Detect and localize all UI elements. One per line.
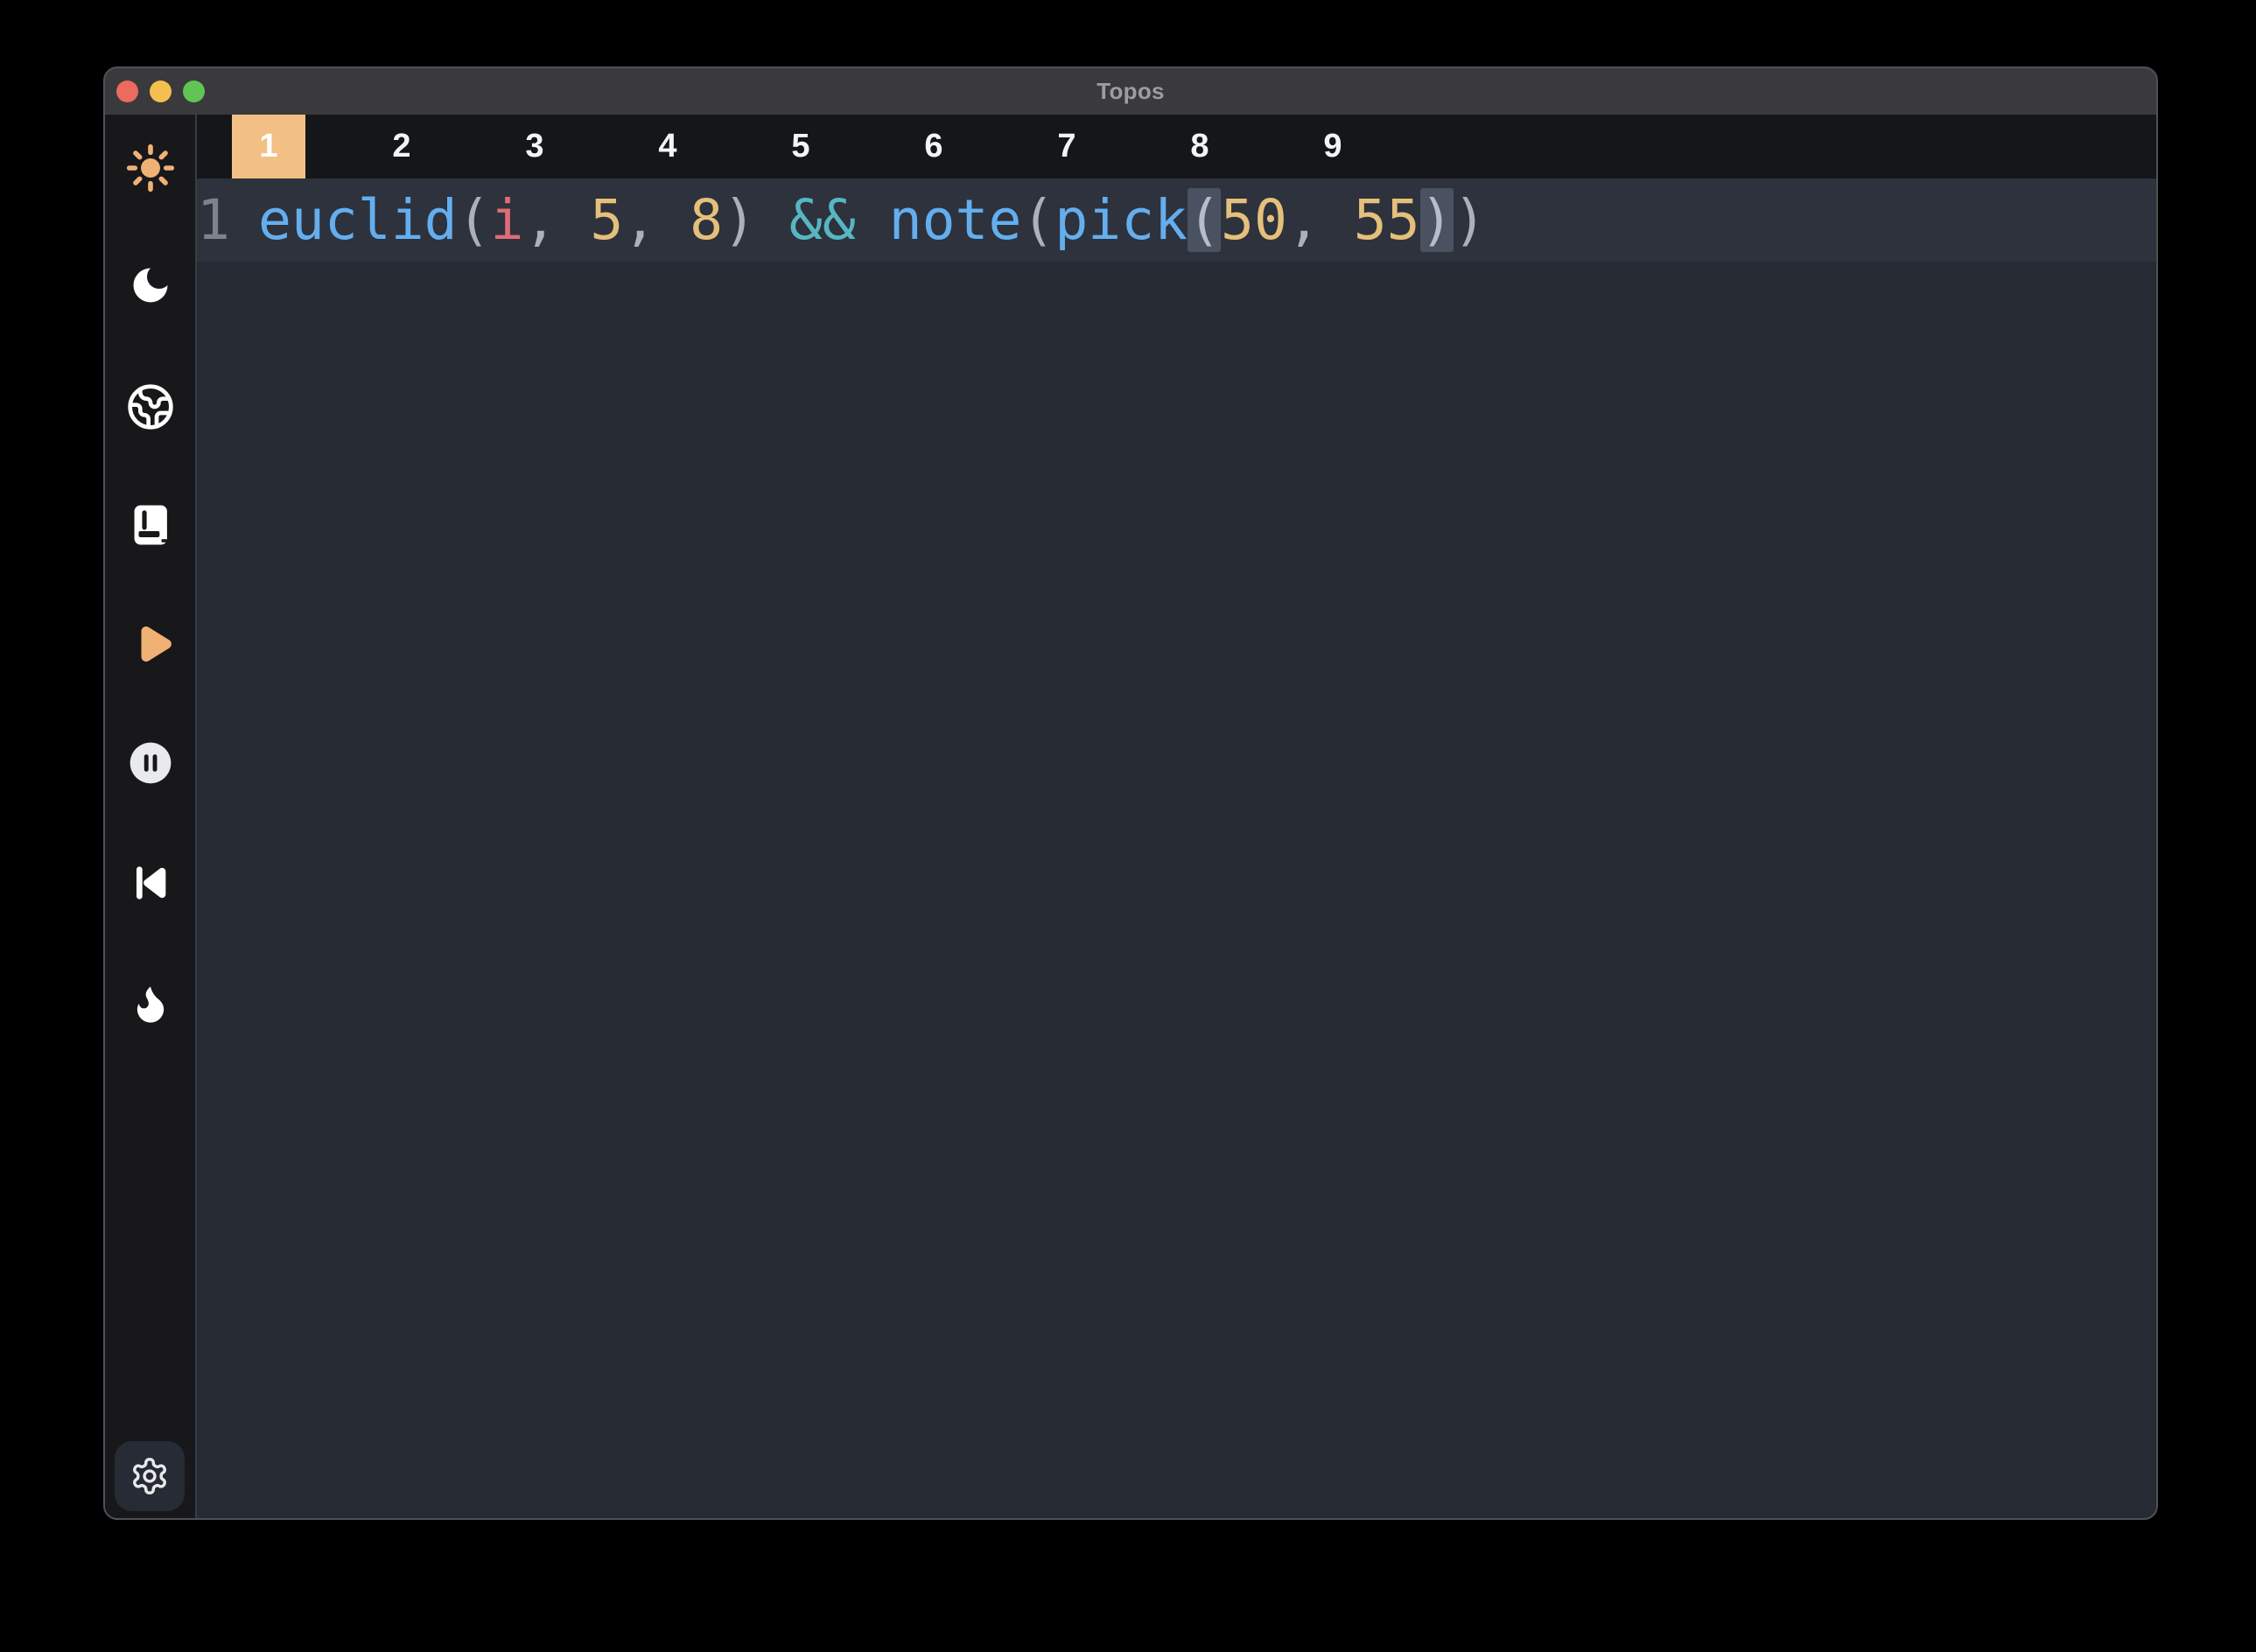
tab-6[interactable]: 6 — [867, 115, 1000, 178]
code-token: ) — [1420, 188, 1454, 252]
code-token: ) — [723, 188, 789, 252]
title-bar: Topos — [105, 68, 2156, 115]
play-icon-glyph — [126, 620, 175, 669]
tab-9[interactable]: 9 — [1266, 115, 1399, 178]
tab-label: 7 — [1030, 115, 1103, 178]
code-token: ( — [1021, 188, 1054, 252]
window-content: 123456789 1 euclid(i, 5, 8) && note(pick… — [105, 115, 2156, 1518]
flame-icon[interactable] — [126, 979, 175, 1028]
skip-back-icon-glyph — [128, 860, 173, 906]
earth-icon-glyph — [126, 382, 175, 431]
code-token: ) — [1454, 188, 1487, 252]
tab-label: 2 — [365, 115, 438, 178]
code-token: 8 — [690, 188, 723, 252]
tab-label: 6 — [897, 115, 970, 178]
pause-icon-glyph — [126, 738, 175, 788]
line-number: 1 — [197, 188, 258, 252]
code-token: 55 — [1354, 188, 1420, 252]
code-token: ( — [458, 188, 491, 252]
book-icon-glyph — [127, 501, 174, 549]
minimize-button[interactable] — [150, 80, 172, 102]
tab-label: 3 — [498, 115, 571, 178]
flame-icon-glyph — [128, 981, 173, 1026]
sun-icon-glyph — [126, 142, 175, 194]
tab-3[interactable]: 3 — [468, 115, 601, 178]
moon-icon-glyph — [128, 262, 173, 308]
tab-label: 8 — [1163, 115, 1237, 178]
tab-5[interactable]: 5 — [734, 115, 867, 178]
traffic-lights — [116, 68, 205, 115]
tab-label: 5 — [764, 115, 837, 178]
tab-4[interactable]: 4 — [601, 115, 734, 178]
tab-label: 4 — [631, 115, 704, 178]
code-token: note — [889, 188, 1022, 252]
tab-label: 9 — [1296, 115, 1370, 178]
book-icon[interactable] — [126, 500, 175, 550]
code-editor[interactable]: 1 euclid(i, 5, 8) && note(pick(50, 55)) — [197, 178, 2156, 1518]
gear-icon — [130, 1456, 170, 1496]
app-window: Topos — [103, 66, 2158, 1520]
settings-button[interactable] — [115, 1441, 185, 1511]
code-token: && — [789, 188, 856, 252]
close-button[interactable] — [116, 80, 138, 102]
code-token — [856, 188, 889, 252]
main-panel: 123456789 1 euclid(i, 5, 8) && note(pick… — [197, 115, 2156, 1518]
code-token: 50 — [1221, 188, 1287, 252]
code-token: i — [491, 188, 524, 252]
tab-2[interactable]: 2 — [335, 115, 468, 178]
tab-8[interactable]: 8 — [1133, 115, 1266, 178]
code-line-tokens: euclid(i, 5, 8) && note(pick(50, 55)) — [258, 188, 1486, 253]
tab-7[interactable]: 7 — [1000, 115, 1133, 178]
tab-1[interactable]: 1 — [202, 115, 335, 178]
code-token: , — [623, 188, 690, 252]
code-token: , — [1287, 188, 1354, 252]
code-token: pick — [1054, 188, 1188, 252]
code-token: , — [523, 188, 590, 252]
skip-back-icon[interactable] — [126, 858, 175, 907]
play-icon[interactable] — [126, 620, 175, 669]
code-token: euclid — [258, 188, 458, 252]
code-token: ( — [1188, 188, 1221, 252]
desktop-background: { "window": { "title": "Topos" }, "windo… — [0, 0, 2256, 1652]
zoom-button[interactable] — [183, 80, 205, 102]
pause-icon[interactable] — [126, 738, 175, 788]
code-token: 5 — [590, 188, 623, 252]
sidebar — [105, 115, 197, 1518]
moon-icon[interactable] — [126, 261, 175, 310]
tab-bar: 123456789 — [197, 115, 2156, 178]
code-line[interactable]: 1 euclid(i, 5, 8) && note(pick(50, 55)) — [197, 178, 2156, 262]
window-title: Topos — [1096, 78, 1165, 105]
sun-icon[interactable] — [126, 144, 175, 192]
tab-label: 1 — [232, 115, 305, 178]
earth-icon[interactable] — [126, 382, 175, 431]
